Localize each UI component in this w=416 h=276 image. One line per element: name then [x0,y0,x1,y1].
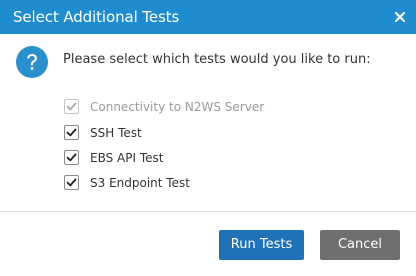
checkbox-box[interactable] [64,150,79,165]
question-icon [16,46,48,78]
select-tests-dialog: Select Additional Tests Please select wh… [0,0,416,276]
checkmark-icon [66,102,77,111]
checkbox-box[interactable] [64,175,79,190]
dialog-titlebar: Select Additional Tests [0,0,416,34]
checkmark-icon [66,178,77,187]
run-tests-button[interactable]: Run Tests [219,230,304,260]
checkbox-label: S3 Endpoint Test [90,176,190,190]
prompt-text: Please select which tests would you like… [63,52,371,67]
checkbox-label: Connectivity to N2WS Server [90,100,265,114]
checkmark-icon [66,153,77,162]
checkbox-box[interactable] [64,125,79,140]
close-icon[interactable] [392,9,408,25]
cancel-button[interactable]: Cancel [320,230,400,260]
dialog-title: Select Additional Tests [13,8,180,26]
footer-divider [0,211,416,212]
checkbox-label: SSH Test [90,126,142,140]
checkbox-label: EBS API Test [90,151,164,165]
checkbox-box [64,99,79,114]
checkmark-icon [66,128,77,137]
